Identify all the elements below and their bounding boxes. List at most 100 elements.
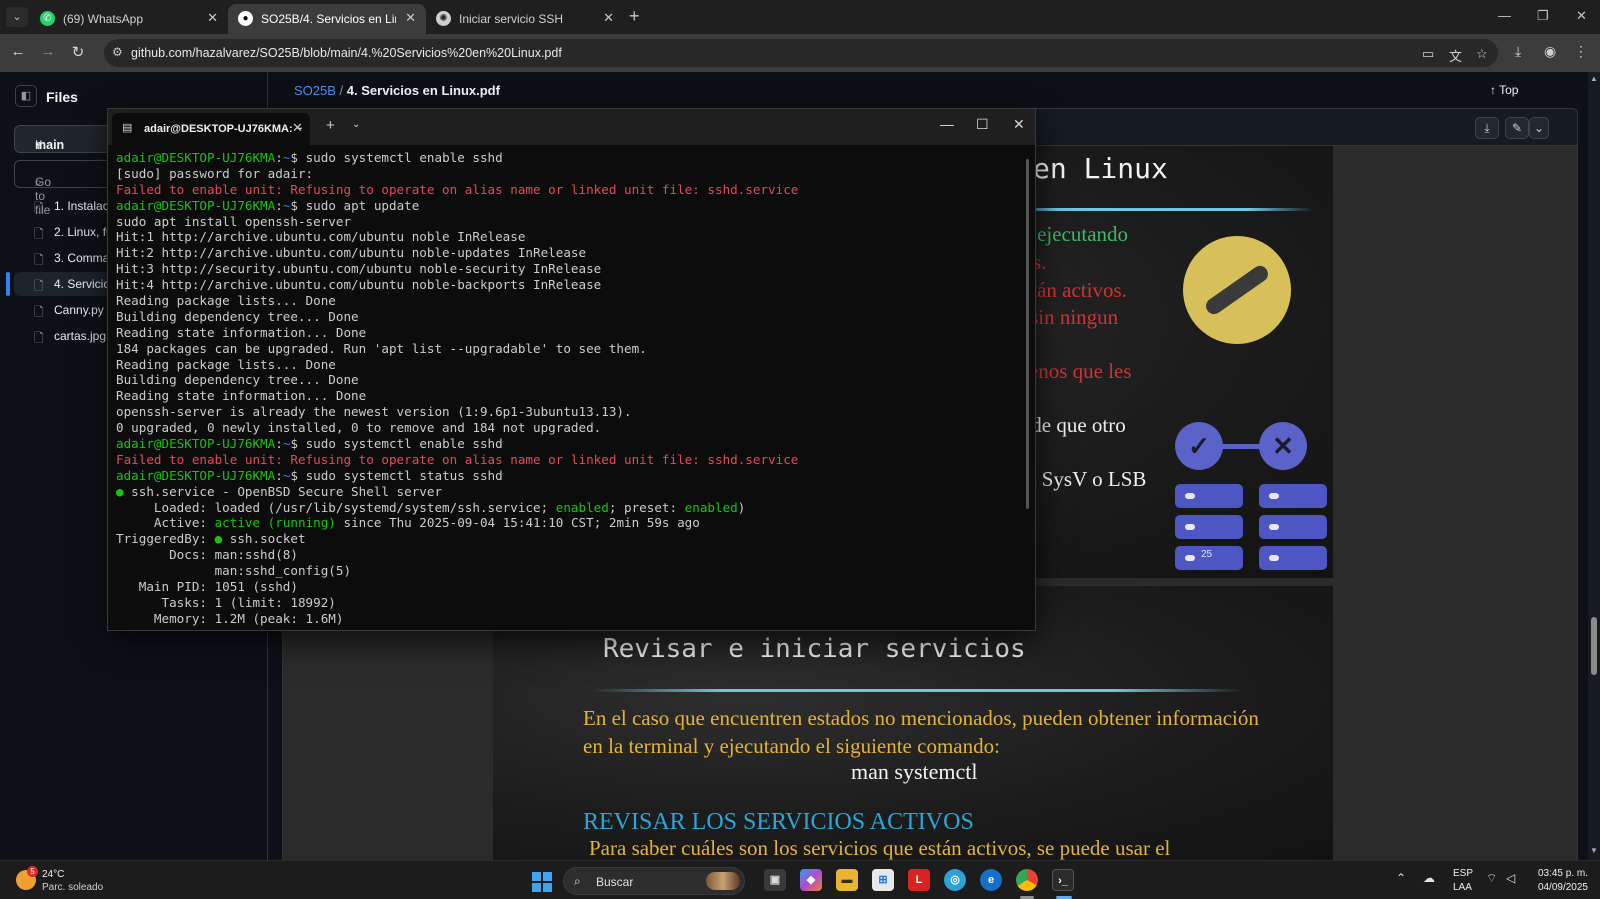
terminal-titlebar: ▤ adair@DESKTOP-UJ76KMA: ~ ✕ + ⌄ — ☐ ✕ (108, 109, 1035, 145)
taskbar-search[interactable]: ⌕ Buscar (563, 867, 745, 895)
terminal-text-segment: : (275, 150, 283, 165)
terminal-line: Failed to enable unit: Refusing to opera… (116, 452, 1031, 468)
terminal-output[interactable]: adair@DESKTOP-UJ76KMA:~$ sudo systemctl … (116, 150, 1031, 628)
collapse-sidebar-icon[interactable]: ◧ (15, 85, 37, 107)
scroll-up-icon[interactable]: ▲ (1590, 74, 1598, 83)
minimize-icon[interactable]: — (1498, 8, 1511, 23)
terminal-window[interactable]: ▤ adair@DESKTOP-UJ76KMA: ~ ✕ + ⌄ — ☐ ✕ a… (107, 108, 1036, 631)
pill-number: 25 (1201, 549, 1213, 560)
new-tab-button[interactable]: + (629, 6, 640, 27)
bookmark-star-icon[interactable]: ☆ (1476, 46, 1488, 62)
terminal-dropdown-icon[interactable]: ⌄ (352, 119, 360, 130)
minimize-icon[interactable]: — (940, 116, 954, 132)
close-tab-icon[interactable]: ✕ (207, 10, 218, 26)
terminal-text-segment: Tasks: 1 (limit: 18992) (116, 594, 336, 610)
reload-icon[interactable]: ↻ (68, 43, 88, 61)
terminal-tab[interactable]: ▤ adair@DESKTOP-UJ76KMA: ~ ✕ (112, 113, 310, 145)
back-icon[interactable]: ← (8, 43, 28, 60)
file-icon: 🗋 (34, 201, 44, 215)
clock-date[interactable]: 04/09/2025 (1532, 882, 1588, 893)
volume-icon[interactable]: ◁ (1506, 871, 1515, 885)
terminal-text-segment: Loaded: loaded (/usr/lib/systemd/system/… (116, 499, 556, 515)
slide-title: Revisar e iniciar servicios (603, 634, 1026, 664)
menu-dots-icon[interactable]: ⋮ (1574, 43, 1588, 60)
task-view-icon[interactable]: ▣ (764, 869, 786, 891)
terminal-line: Failed to enable unit: Refusing to opera… (116, 182, 1031, 198)
edge-icon[interactable]: e (980, 869, 1002, 891)
breadcrumb-file: 4. Servicios en Linux.pdf (346, 83, 500, 98)
close-window-icon[interactable]: ✕ (1013, 116, 1025, 133)
file-icon: 🗋 (34, 253, 44, 267)
new-terminal-tab-icon[interactable]: + (326, 117, 335, 134)
slide-command: man systemctl (851, 759, 978, 784)
github-icon: ● (238, 11, 253, 26)
microsoft-store-icon[interactable]: ⊞ (872, 869, 894, 891)
terminal-text-segment: adair@DESKTOP-UJ76KMA (116, 197, 276, 213)
download-icon[interactable]: ⤓ (1515, 43, 1521, 60)
terminal-text-segment: enabled (684, 499, 738, 515)
show-hidden-icons-chevron-icon[interactable]: ⌃ (1396, 871, 1406, 885)
search-label: Buscar (596, 875, 634, 889)
close-tab-icon[interactable]: ✕ (292, 120, 303, 136)
terminal-line: sudo apt install openssh-server (116, 214, 1031, 230)
maximize-icon[interactable]: ☐ (976, 116, 989, 133)
close-window-icon[interactable]: ✕ (1576, 8, 1587, 24)
terminal-line: [sudo] password for adair: (116, 166, 1031, 182)
scrollbar-thumb[interactable] (1591, 617, 1597, 675)
file-name: Canny.py (54, 303, 104, 317)
forward-icon[interactable]: → (38, 43, 58, 60)
address-bar[interactable]: ⚙ github.com/hazalvarez/SO25B/blob/main/… (104, 39, 1498, 67)
onedrive-icon[interactable]: ☁ (1423, 871, 1435, 885)
tab-github-pdf[interactable]: ● SO25B/4. Servicios en Linux.pdf ✕ (228, 4, 426, 34)
selected-indicator (6, 272, 10, 296)
browser-app-icon[interactable]: ◎ (944, 869, 966, 891)
weather-description[interactable]: Parc. soleado (42, 882, 103, 893)
close-tab-icon[interactable]: ✕ (603, 10, 614, 26)
breadcrumb: SO25B / 4. Servicios en Linux.pdf (294, 83, 500, 98)
slide-body-text: En el caso que encuentren estados no men… (583, 706, 1259, 758)
terminal-app-icon[interactable]: ›_ (1052, 869, 1074, 891)
file-explorer-icon[interactable]: ▬ (836, 869, 858, 891)
profile-icon[interactable]: ◉ (1544, 43, 1556, 60)
keyboard-layout[interactable]: LAA (1453, 882, 1472, 893)
cast-icon[interactable]: ▭ (1422, 46, 1434, 62)
terminal-tab-title: adair@DESKTOP-UJ76KMA: ~ (144, 123, 303, 135)
copilot-icon[interactable]: ◆ (800, 869, 822, 891)
scroll-down-icon[interactable]: ▼ (1590, 846, 1598, 855)
close-tab-icon[interactable]: ✕ (405, 10, 416, 26)
terminal-scrollbar[interactable] (1026, 159, 1029, 509)
site-info-icon[interactable]: ⚙ (112, 45, 123, 59)
tab-search-button[interactable]: ⌄ (6, 7, 28, 27)
check-icon: ✓ (1175, 422, 1223, 470)
page-scrollbar[interactable]: ▲ ▼ (1588, 72, 1600, 860)
tab-whatsapp[interactable]: ✆ (69) WhatsApp ✕ (30, 4, 228, 34)
edit-pencil-icon[interactable]: ✎ (1505, 117, 1529, 139)
input-language[interactable]: ESP (1453, 868, 1473, 879)
back-to-top-link[interactable]: ↑ Top (1490, 83, 1518, 97)
terminal-line: Main PID: 1051 (sshd) (116, 579, 1031, 595)
start-button-icon[interactable] (532, 872, 552, 892)
terminal-icon: ▤ (122, 122, 133, 134)
title-underline (993, 208, 1313, 211)
terminal-text-segment: ● (116, 483, 124, 499)
search-icon: ⌕ (574, 874, 581, 888)
download-raw-icon[interactable]: ⤓ (1475, 117, 1499, 139)
terminal-line: adair@DESKTOP-UJ76KMA:~$ sudo systemctl … (116, 468, 1031, 484)
weather-temperature[interactable]: 24°C (42, 869, 64, 880)
edit-dropdown-icon[interactable]: ⌄ (1529, 117, 1549, 139)
breadcrumb-repo-link[interactable]: SO25B (294, 83, 336, 98)
terminal-line: Hit:2 http://archive.ubuntu.com/ubuntu n… (116, 245, 1031, 261)
restore-icon[interactable]: ❐ (1537, 8, 1549, 24)
tab-chatgpt[interactable]: ✺ Iniciar servicio SSH ✕ (426, 4, 624, 34)
arrow-up-icon: ↑ (1490, 83, 1496, 97)
terminal-text-segment: [sudo] password for adair: (116, 165, 314, 181)
tab-label: (69) WhatsApp (63, 12, 144, 26)
terminal-text-segment: Hit:4 http://archive.ubuntu.com/ubuntu n… (116, 277, 602, 293)
lastpass-app-icon[interactable]: L (908, 869, 930, 891)
url-text[interactable]: github.com/hazalvarez/SO25B/blob/main/4.… (131, 46, 562, 60)
translate-icon[interactable]: 文 (1449, 46, 1462, 65)
chrome-icon[interactable] (1016, 869, 1038, 891)
clock-time[interactable]: 03:45 p. m. (1532, 868, 1588, 879)
wifi-icon[interactable]: ⌔ (1486, 871, 1497, 886)
chatgpt-icon: ✺ (436, 11, 451, 26)
